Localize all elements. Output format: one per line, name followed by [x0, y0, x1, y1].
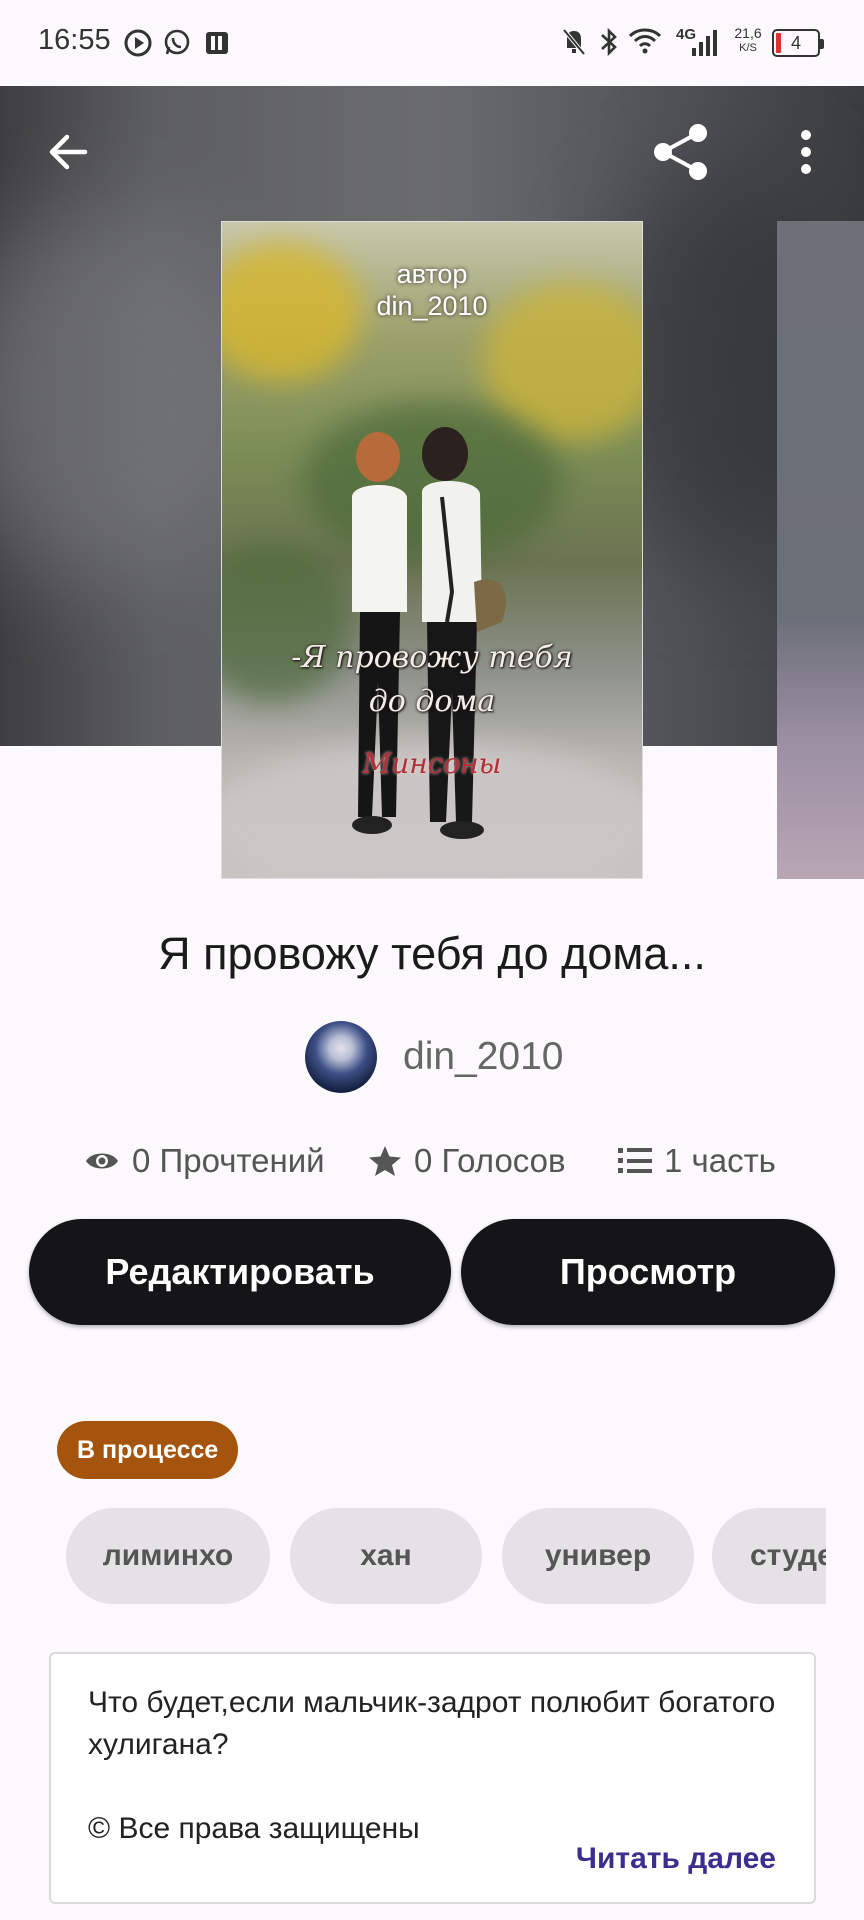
book-title: Я провожу тебя до дома...: [158, 928, 706, 979]
share-icon: [654, 124, 707, 180]
share-button[interactable]: [645, 116, 717, 188]
avatar[interactable]: [305, 1021, 377, 1093]
read-more-link[interactable]: Читать далее: [576, 1842, 776, 1876]
tag-chip[interactable]: хан: [290, 1508, 482, 1604]
status-time: 16:55: [38, 24, 111, 56]
author-link[interactable]: din_2010: [305, 1021, 564, 1093]
list-icon: [618, 1148, 652, 1173]
edit-button[interactable]: Редактировать: [29, 1219, 451, 1325]
more-vertical-icon: [801, 130, 811, 174]
cover-author-name: din_2010: [376, 291, 488, 321]
signal-icon: [692, 30, 717, 56]
wifi-icon: [628, 28, 662, 54]
reads-count: 0 Прочтений: [132, 1142, 325, 1179]
whatsapp-icon: [164, 29, 190, 55]
net-speed-value: 21,6: [734, 25, 762, 41]
story-stats: 0 Прочтений 0 Голосов 1 часть: [0, 1138, 864, 1184]
description-card: Что будет,если мальчик-задрот полюбит бо…: [49, 1652, 816, 1904]
eye-icon: [86, 1153, 118, 1169]
cover-title-line2: до дома: [368, 684, 496, 719]
book-cover[interactable]: автор din_2010 -Я провожу тебя до дома М…: [221, 221, 643, 879]
net-speed: 21,6 K/S: [730, 26, 766, 56]
votes-count: 0 Голосов: [414, 1142, 566, 1179]
parts-count: 1 часть: [664, 1142, 776, 1179]
cover-author-label: автор: [396, 259, 468, 289]
mute-icon: [562, 28, 586, 56]
author-name[interactable]: din_2010: [403, 1035, 564, 1079]
tag-chip[interactable]: универ: [502, 1508, 694, 1604]
back-button[interactable]: [32, 116, 104, 188]
status-badge: В процессе: [57, 1421, 239, 1479]
bluetooth-icon: [601, 27, 617, 57]
star-icon: [369, 1146, 401, 1176]
more-options-button[interactable]: [770, 116, 842, 188]
net-speed-unit: K/S: [739, 42, 757, 54]
stat-parts: 1 часть: [618, 1142, 776, 1180]
arrow-left-icon: [49, 134, 88, 170]
description-text: Что будет,если мальчик-задрот полюбит бо…: [88, 1686, 776, 1845]
stat-votes: 0 Голосов: [368, 1142, 566, 1180]
cover-subtitle: Минсоны: [362, 747, 502, 780]
preview-button[interactable]: Просмотр: [461, 1219, 835, 1325]
play-icon: [124, 29, 152, 57]
cover-title-line1: -Я провожу тебя: [291, 640, 573, 675]
story-details-screen: 16:55 4G 21,6 K/S 4 автор din_2010 -Я пр…: [0, 0, 864, 1920]
battery-tip: [820, 39, 824, 49]
battery-percent: 4: [790, 33, 801, 53]
tag-chip[interactable]: студе: [712, 1508, 826, 1604]
stat-reads: 0 Прочтений: [84, 1142, 325, 1180]
reader-icon: [206, 32, 228, 54]
tag-list: лиминхо хан универ студе: [66, 1508, 826, 1604]
tag-chip[interactable]: лиминхо: [66, 1508, 270, 1604]
next-cover-preview[interactable]: [777, 221, 864, 879]
battery-icon: 4: [772, 29, 824, 57]
status-bar: 16:55 4G 21,6 K/S 4: [0, 0, 864, 86]
